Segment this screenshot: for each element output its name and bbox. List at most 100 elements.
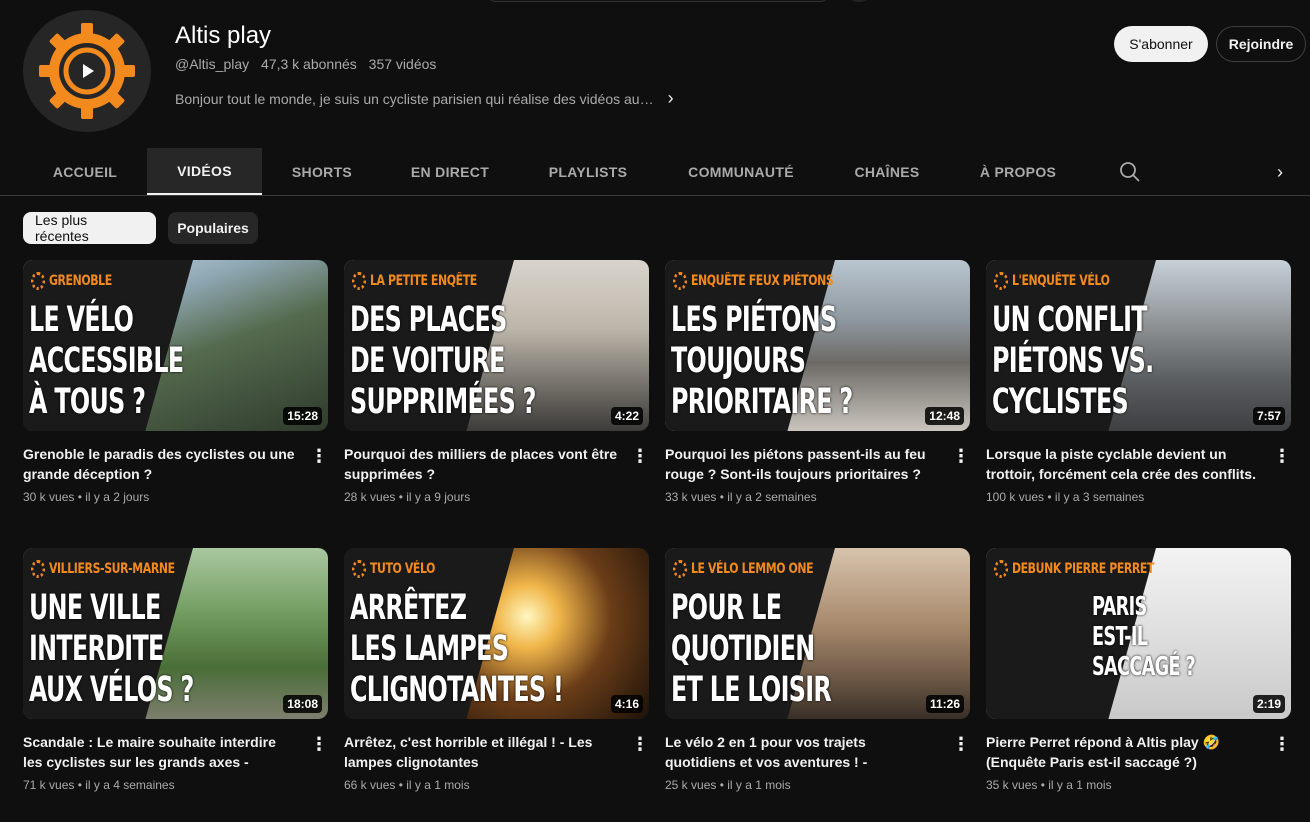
more-options-icon[interactable]: ⋮ [310,444,328,468]
video-meta: 66 k vues • il y a 1 mois [344,778,470,792]
thumbnail-headline: ARRÊTEZ LES LAMPES CLIGNOTANTES ! [350,588,564,711]
more-options-icon[interactable]: ⋮ [310,732,328,756]
video-card[interactable]: GRENOBLE LE VÉLO ACCESSIBLE À TOUS ? 15:28 Gr… [23,260,328,504]
video-card[interactable]: L'ENQUÊTE VÉLO UN CONFLIT PIÉTONS VS. CYCLI… [986,260,1291,504]
gear-icon [673,560,688,578]
subscriber-count: 47,3 k abonnés [261,56,357,72]
thumbnail-headline-line: PARIS [1092,592,1147,622]
thumbnail-tag-text: VILLIERS-SUR-MARNE [48,561,175,577]
tab-en-direct[interactable]: EN DIRECT [382,148,518,195]
gear-icon [352,272,367,290]
video-meta: 35 k vues • il y a 1 mois [986,778,1112,792]
tab-shorts[interactable]: SHORTS [262,148,382,195]
more-options-icon[interactable]: ⋮ [631,732,649,756]
video-thumbnail[interactable]: TUTO VÉLO ARRÊTEZ LES LAMPES CLIGNOTANTES !… [344,548,649,719]
video-card[interactable]: ENQUÊTE FEUX PIÉTONS LES PIÉTONS TOUJOURS P… [665,260,970,504]
video-duration: 18:08 [283,695,322,713]
video-thumbnail[interactable]: DEBUNK PIERRE PERRET PARIS EST-IL SACCAGÉ ?… [986,548,1291,719]
thumbnail-headline-line: AUX VÉLOS ? [29,670,194,710]
video-card[interactable]: VILLIERS-SUR-MARNE UNE VILLE INTERDITE AUX … [23,548,328,792]
chevron-right-icon[interactable]: › [1268,160,1292,184]
video-title[interactable]: Arrêtez, c'est horrible et illégal ! - L… [344,732,619,772]
search-icon[interactable] [1118,160,1142,184]
more-options-icon[interactable]: ⋮ [631,444,649,468]
thumbnail-headline-line: INTERDITE [29,629,164,669]
tab-a-propos[interactable]: À PROPOS [950,148,1086,195]
video-card[interactable]: LA PETITE ENQÊTE DES PLACES DE VOITURE SUPP… [344,260,649,504]
channel-description[interactable]: Bonjour tout le monde, je suis un cyclis… [175,88,674,109]
video-thumbnail[interactable]: LE VÉLO LEMMO ONE POUR LE QUOTIDIEN ET LE L… [665,548,970,719]
more-options-icon[interactable]: ⋮ [1273,732,1291,756]
video-count: 357 vidéos [368,56,437,72]
video-title[interactable]: Scandale : Le maire souhaite interdire l… [23,732,298,772]
video-duration: 15:28 [283,407,322,425]
thumbnail-headline-line: POUR LE [671,588,782,628]
video-title[interactable]: Pourquoi des milliers de places vont êtr… [344,444,619,484]
video-thumbnail[interactable]: VILLIERS-SUR-MARNE UNE VILLE INTERDITE AUX … [23,548,328,719]
search-box-edge [486,0,830,2]
video-duration: 2:19 [1252,695,1285,713]
video-title[interactable]: Lorsque la piste cyclable devient un tro… [986,444,1261,484]
thumbnail-headline: PARIS EST-IL SACCAGÉ ? [1092,592,1255,682]
thumbnail-tag-text: LA PETITE ENQÊTE [369,273,477,289]
thumbnail-tag-text: L'ENQUÊTE VÉLO [1011,273,1110,289]
thumbnail-tag-text: ENQUÊTE FEUX PIÉTONS [690,273,834,289]
thumbnail-headline: LE VÉLO ACCESSIBLE À TOUS ? [29,300,192,423]
gear-icon [31,272,46,290]
video-thumbnail[interactable]: LA PETITE ENQÊTE DES PLACES DE VOITURE SUPP… [344,260,649,431]
channel-avatar[interactable] [23,10,151,132]
more-options-icon[interactable]: ⋮ [1273,444,1291,468]
thumbnail-tag: VILLIERS-SUR-MARNE [31,558,179,580]
video-title[interactable]: Pourquoi les piétons passent-ils au feu … [665,444,940,484]
tab-videos[interactable]: VIDÉOS [147,148,262,195]
thumbnail-headline-line: ACCESSIBLE [29,341,184,381]
video-thumbnail[interactable]: ENQUÊTE FEUX PIÉTONS LES PIÉTONS TOUJOURS P… [665,260,970,431]
video-duration: 4:22 [610,407,643,425]
video-thumbnail[interactable]: GRENOBLE LE VÉLO ACCESSIBLE À TOUS ? 15:28 [23,260,328,431]
more-options-icon[interactable]: ⋮ [952,732,970,756]
chip-popular[interactable]: Populaires [168,212,258,244]
thumbnail-headline-line: PIÉTONS VS. [992,341,1154,381]
tab-playlists[interactable]: PLAYLISTS [518,148,658,195]
video-title[interactable]: Le vélo 2 en 1 pour vos trajets quotidie… [665,732,940,772]
thumbnail-headline: UN CONFLIT PIÉTONS VS. CYCLISTES [992,300,1155,423]
video-card[interactable]: TUTO VÉLO ARRÊTEZ LES LAMPES CLIGNOTANTES !… [344,548,649,792]
thumbnail-headline-line: ARRÊTEZ [350,588,467,628]
thumbnail-tag-text: LE VÉLO LEMMO ONE [690,561,814,577]
thumbnail-headline: DES PLACES DE VOITURE SUPPRIMÉES ? [350,300,536,423]
subscribe-button[interactable]: S'abonner [1114,26,1208,62]
channel-tabs: ACCUEIL VIDÉOS SHORTS EN DIRECT PLAYLIST… [0,148,1310,196]
more-options-icon[interactable]: ⋮ [952,444,970,468]
thumbnail-tag: L'ENQUÊTE VÉLO [994,270,1114,292]
thumbnail-headline-line: TOUJOURS [671,341,806,381]
thumbnail-headline-line: CLIGNOTANTES ! [350,670,564,710]
video-duration: 7:57 [1252,407,1285,425]
channel-name: Altis play [175,22,272,49]
thumbnail-headline-line: PRIORITAIRE ? [671,382,853,422]
video-title[interactable]: Pierre Perret répond à Altis play 🤣 (Enq… [986,732,1261,772]
video-thumbnail[interactable]: L'ENQUÊTE VÉLO UN CONFLIT PIÉTONS VS. CYCLI… [986,260,1291,431]
chip-latest[interactable]: Les plus récentes [23,212,156,244]
video-title[interactable]: Grenoble le paradis des cyclistes ou une… [23,444,298,484]
chevron-right-icon[interactable]: › [668,88,674,109]
video-card[interactable]: DEBUNK PIERRE PERRET PARIS EST-IL SACCAGÉ ?… [986,548,1291,792]
join-button[interactable]: Rejoindre [1216,26,1306,62]
tab-communaute[interactable]: COMMUNAUTÉ [658,148,824,195]
gear-play-logo-icon [39,23,135,119]
tab-accueil[interactable]: ACCUEIL [23,148,147,195]
thumbnail-tag: TUTO VÉLO [352,558,440,580]
channel-handle: @Altis_play [175,56,250,72]
video-meta: 71 k vues • il y a 4 semaines [23,778,175,792]
thumbnail-headline-line: CYCLISTES [992,382,1129,422]
gear-icon [994,560,1009,578]
gear-icon [673,272,688,290]
video-card[interactable]: LE VÉLO LEMMO ONE POUR LE QUOTIDIEN ET LE L… [665,548,970,792]
thumbnail-tag: ENQUÊTE FEUX PIÉTONS [673,270,838,292]
video-meta: 30 k vues • il y a 2 jours [23,490,150,504]
video-duration: 4:16 [610,695,643,713]
tab-chaines[interactable]: CHAÎNES [824,148,950,195]
thumbnail-tag: LA PETITE ENQÊTE [352,270,482,292]
thumbnail-tag: GRENOBLE [31,270,116,292]
thumbnail-headline: UNE VILLE INTERDITE AUX VÉLOS ? [29,588,194,711]
thumbnail-headline-line: LES LAMPES [350,629,509,669]
